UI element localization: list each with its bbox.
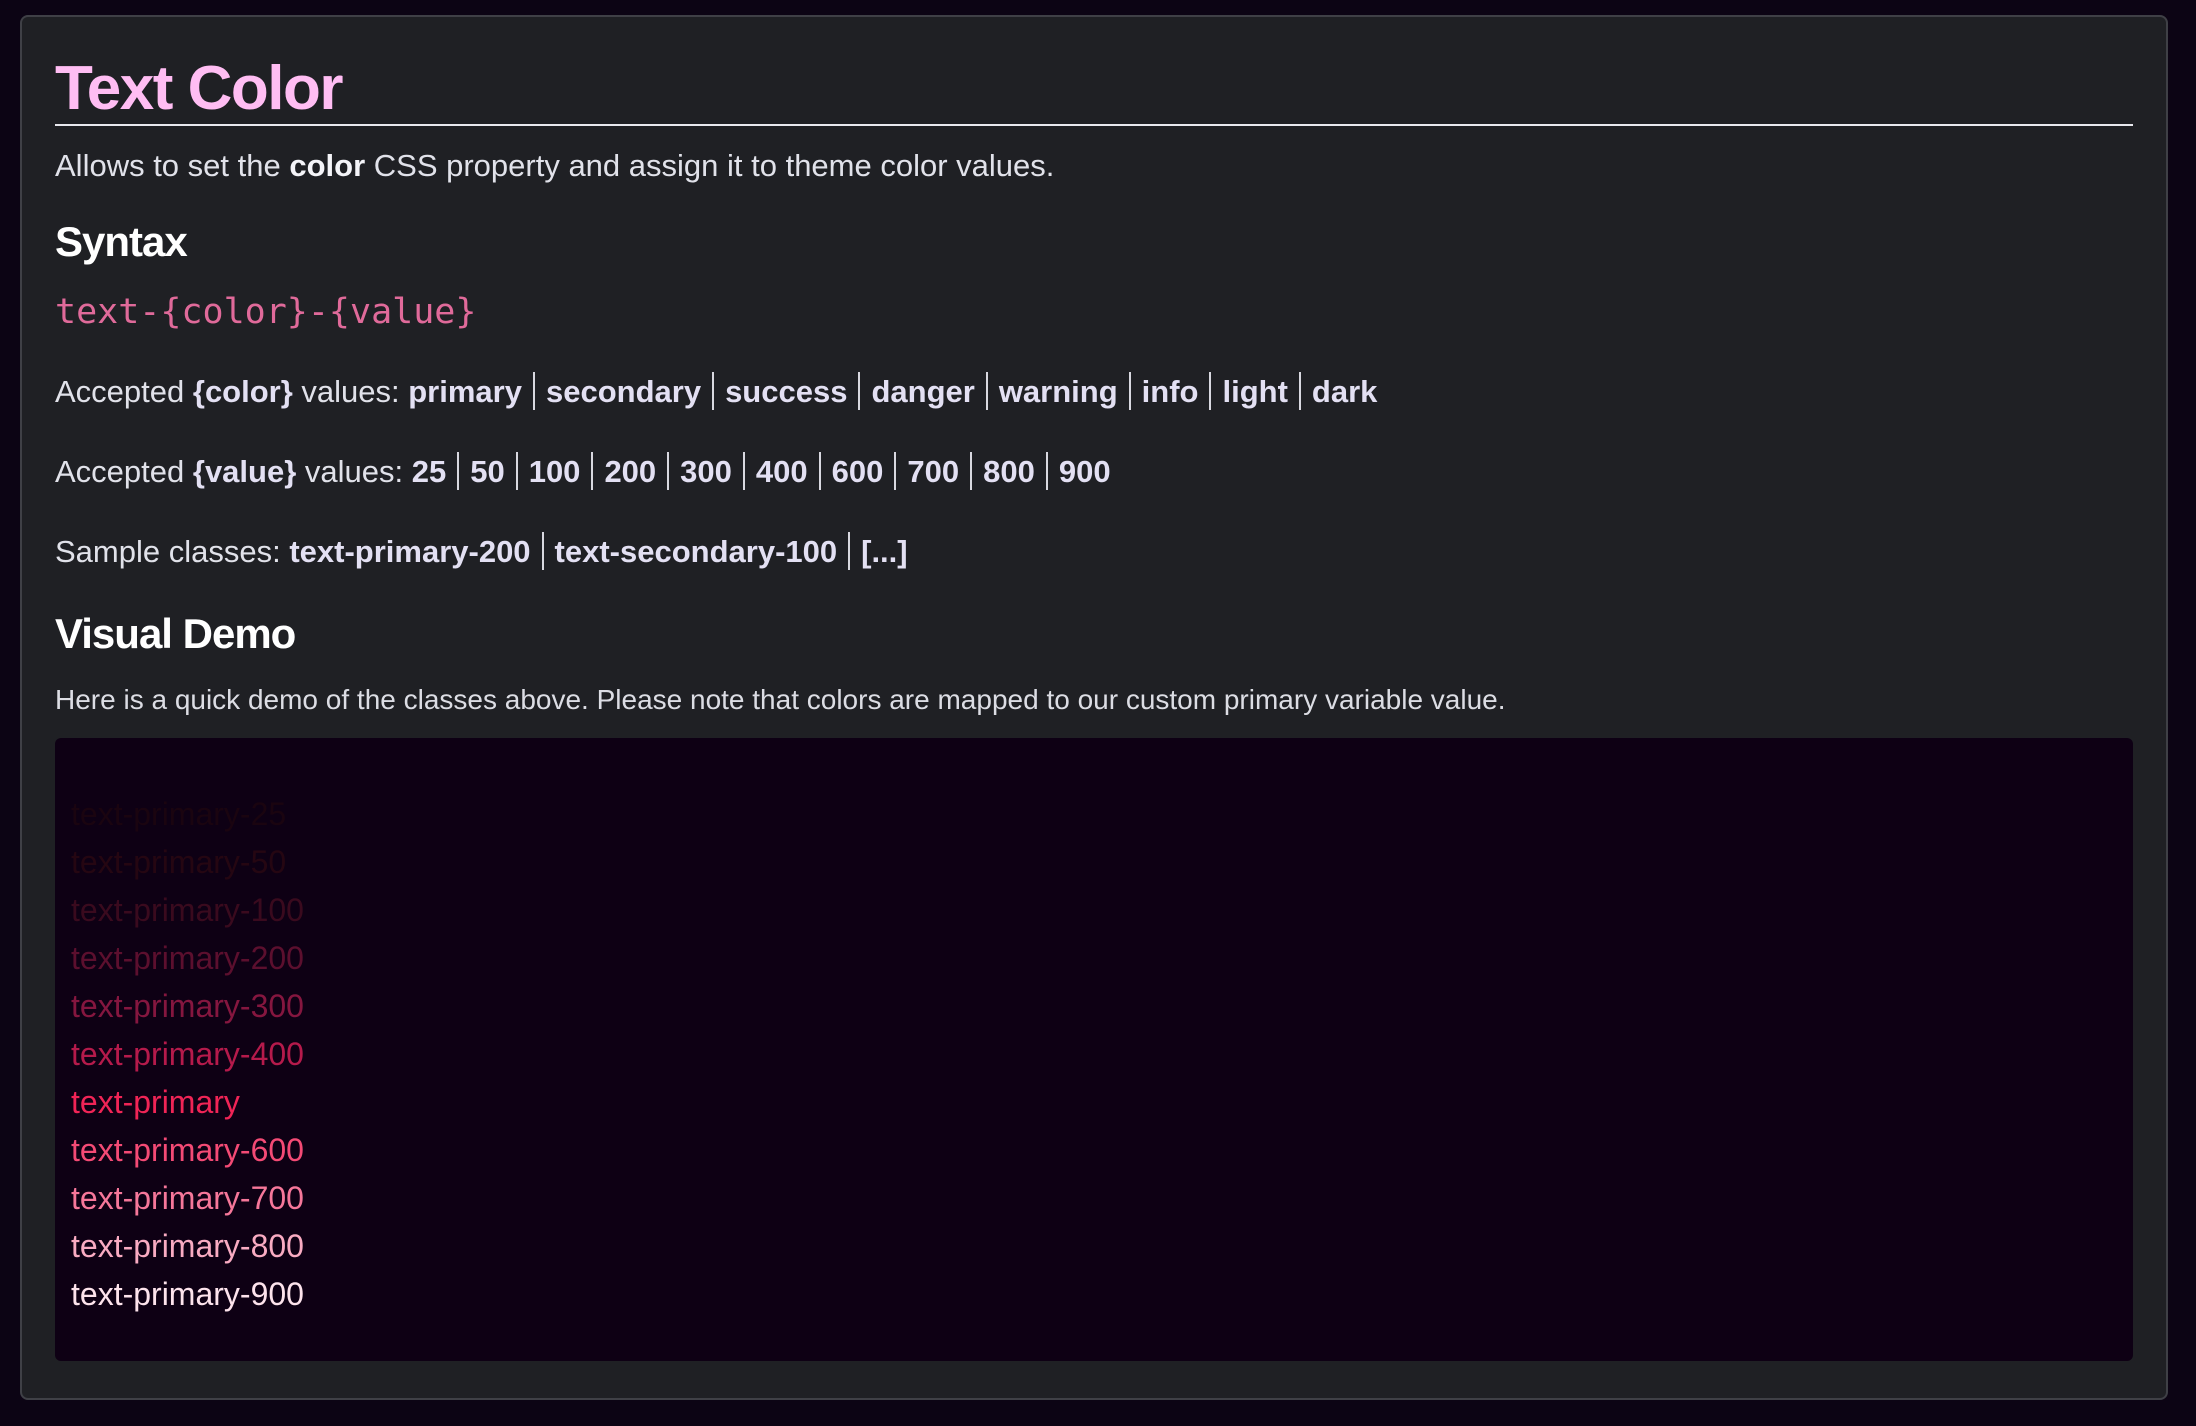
demo-item-text-primary-900: text-primary-900 xyxy=(71,1276,304,1312)
list-item: 200 xyxy=(604,454,657,489)
demo-item-text-primary-300: text-primary-300 xyxy=(71,988,304,1024)
demo-item-text-primary-800: text-primary-800 xyxy=(71,1228,304,1264)
intro-after: CSS property and assign it to theme colo… xyxy=(365,148,1055,183)
accepted-values-list: 25 50 100 200 300 400 600 700 800 900 xyxy=(411,452,1111,490)
accepted-values-prefix: Accepted xyxy=(55,454,193,489)
list-item: 300 xyxy=(680,454,732,489)
list-item: 400 xyxy=(755,454,808,489)
demo-item-text-primary-400: text-primary-400 xyxy=(71,1036,304,1072)
list-item: 100 xyxy=(528,454,581,489)
demo-item-text-primary-200: text-primary-200 xyxy=(71,940,304,976)
pipe-separator xyxy=(532,372,535,410)
syntax-heading: Syntax xyxy=(55,218,188,265)
syntax-code: text-{color}-{value} xyxy=(55,292,477,332)
list-item: secondary xyxy=(545,374,702,409)
pipe-separator xyxy=(667,452,670,490)
list-item: 25 xyxy=(411,454,447,489)
pipe-separator xyxy=(970,452,973,490)
demo-item-text-primary-700: text-primary-700 xyxy=(71,1180,304,1216)
demo-item-text-primary-50: text-primary-50 xyxy=(71,844,287,880)
accepted-colors-suffix: values: xyxy=(292,374,409,409)
list-item: primary xyxy=(408,374,522,409)
accepted-colors-param: {color} xyxy=(192,374,293,409)
pipe-separator xyxy=(858,372,861,410)
demo-item-text-primary-100: text-primary-100 xyxy=(71,892,304,928)
visual-demo-box: text-primary-25 text-primary-50 text-prima… xyxy=(55,738,2133,1361)
doc-card: Text Color Allows to set the color CSS p… xyxy=(20,15,2168,1400)
intro-text: Allows to set the color CSS property and… xyxy=(55,146,2133,186)
pipe-separator xyxy=(515,452,518,490)
list-item: 600 xyxy=(831,454,884,489)
list-item: success xyxy=(725,374,848,409)
sample-classes-prefix: Sample classes: xyxy=(55,534,290,569)
list-item: [...] xyxy=(861,534,908,569)
demo-item-text-primary-600: text-primary-600 xyxy=(71,1132,304,1168)
visual-demo-note: Here is a quick demo of the classes abov… xyxy=(55,684,1506,715)
pipe-separator xyxy=(985,372,988,410)
list-item: 50 xyxy=(470,454,505,489)
demo-item-text-primary-25: text-primary-25 xyxy=(71,796,287,832)
list-item: 700 xyxy=(907,454,960,489)
list-item: 900 xyxy=(1058,454,1111,489)
intro-before: Allows to set the xyxy=(55,148,290,183)
pipe-separator xyxy=(742,452,745,490)
accepted-values-line: Accepted {value} values: 25 50 100 200 300 40… xyxy=(55,452,2133,492)
sample-classes-line: Sample classes: text-primary-200 text-sec… xyxy=(55,532,2133,572)
pipe-separator xyxy=(848,532,851,570)
demo-item-text-primary: text-primary xyxy=(71,1084,240,1120)
accepted-colors-line: Accepted {color} values: primary secondar… xyxy=(55,372,2133,412)
sample-classes-list: text-primary-200 text-secondary-100 [...] xyxy=(289,532,908,570)
page-title: Text Color xyxy=(55,17,2133,126)
pipe-separator xyxy=(818,452,821,490)
pipe-separator xyxy=(894,452,897,490)
pipe-separator xyxy=(457,452,460,490)
list-item: text-secondary-100 xyxy=(554,534,838,569)
list-item: 800 xyxy=(983,454,1035,489)
list-item: danger xyxy=(871,374,975,409)
pipe-separator xyxy=(591,452,594,490)
pipe-separator xyxy=(1209,372,1212,410)
accepted-values-suffix: values: xyxy=(296,454,412,489)
intro-bold: color xyxy=(289,148,366,183)
pipe-separator xyxy=(1298,372,1301,410)
list-item: warning xyxy=(998,374,1118,409)
pipe-separator xyxy=(541,532,544,570)
accepted-colors-prefix: Accepted xyxy=(55,374,193,409)
list-item: info xyxy=(1141,374,1199,409)
accepted-values-param: {value} xyxy=(192,454,297,489)
pipe-separator xyxy=(712,372,715,410)
list-item: light xyxy=(1222,374,1288,409)
accepted-colors-list: primary secondary success danger warning info… xyxy=(408,372,1378,410)
pipe-separator xyxy=(1128,372,1131,410)
pipe-separator xyxy=(1045,452,1048,490)
list-item: dark xyxy=(1311,374,1378,409)
visual-demo-heading: Visual Demo xyxy=(55,610,296,657)
list-item: text-primary-200 xyxy=(289,534,531,569)
